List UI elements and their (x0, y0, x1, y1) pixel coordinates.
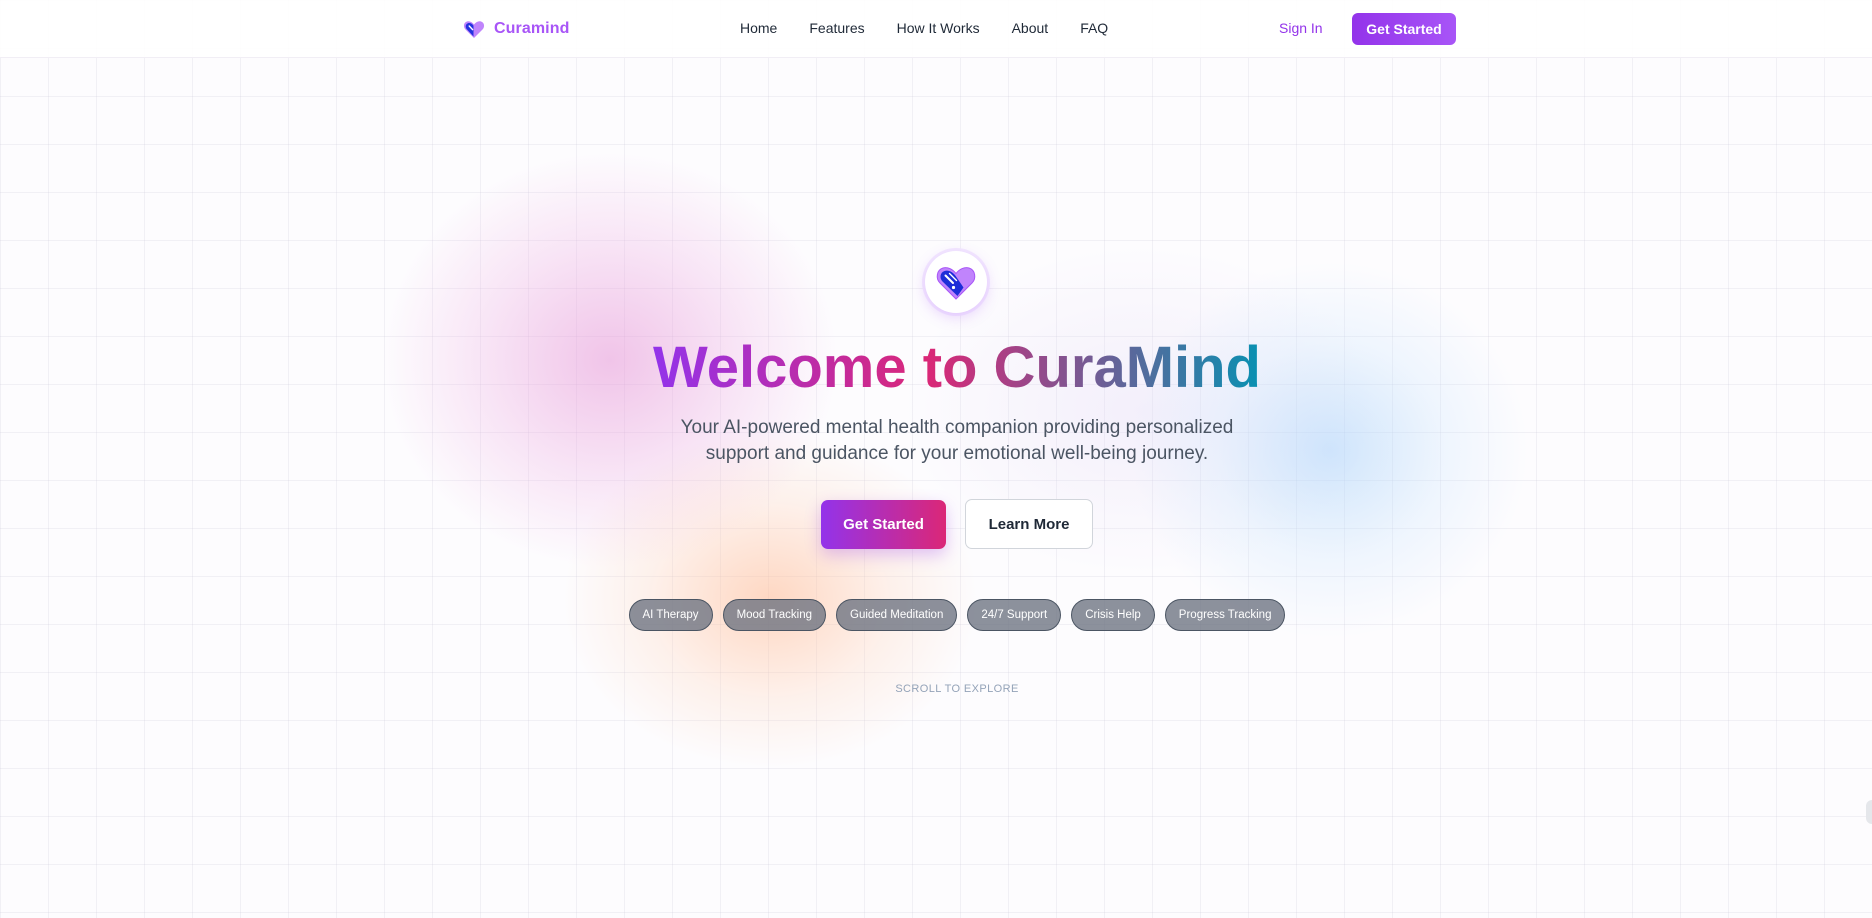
learn-more-button[interactable]: Learn More (965, 499, 1093, 549)
heart-logo-icon (936, 267, 976, 300)
hero-title-text: Welcome to CuraMind (653, 335, 1261, 400)
sign-in-link[interactable]: Sign In (1279, 20, 1323, 36)
nav-how-it-works[interactable]: How It Works (897, 20, 980, 36)
tag-crisis-help[interactable]: Crisis Help (1071, 599, 1155, 631)
tag-ai-therapy[interactable]: AI Therapy (628, 599, 713, 631)
feature-tags: AI Therapy Mood Tracking Guided Meditati… (0, 599, 1872, 631)
nav-about[interactable]: About (1012, 20, 1049, 36)
nav-home[interactable]: Home (740, 20, 777, 36)
tag-mood-tracking[interactable]: Mood Tracking (722, 599, 826, 631)
nav-faq[interactable]: FAQ (1080, 20, 1108, 36)
scroll-hint: SCROLL TO EXPLORE (895, 683, 1019, 695)
hero-title: Welcome to CuraMind (0, 332, 1872, 404)
top-navbar: Curamind Home Features How It Works Abou… (0, 0, 1872, 58)
hero-logo-badge (925, 251, 987, 313)
tag-guided-meditation[interactable]: Guided Meditation (836, 599, 958, 631)
brand-name: Curamind (494, 20, 570, 37)
get-started-button[interactable]: Get Started (821, 500, 946, 549)
nav-features[interactable]: Features (809, 20, 864, 36)
tag-progress-tracking[interactable]: Progress Tracking (1164, 599, 1286, 631)
brand[interactable]: Curamind (462, 17, 569, 41)
main-nav: Home Features How It Works About FAQ (740, 20, 1108, 36)
scroll-indicator[interactable] (1866, 800, 1872, 824)
hero-subtitle: Your AI-powered mental health companion … (680, 417, 1234, 464)
heart-logo-icon (463, 21, 485, 38)
header-get-started-button[interactable]: Get Started (1352, 13, 1456, 45)
tag-24-7-support[interactable]: 24/7 Support (967, 599, 1062, 631)
